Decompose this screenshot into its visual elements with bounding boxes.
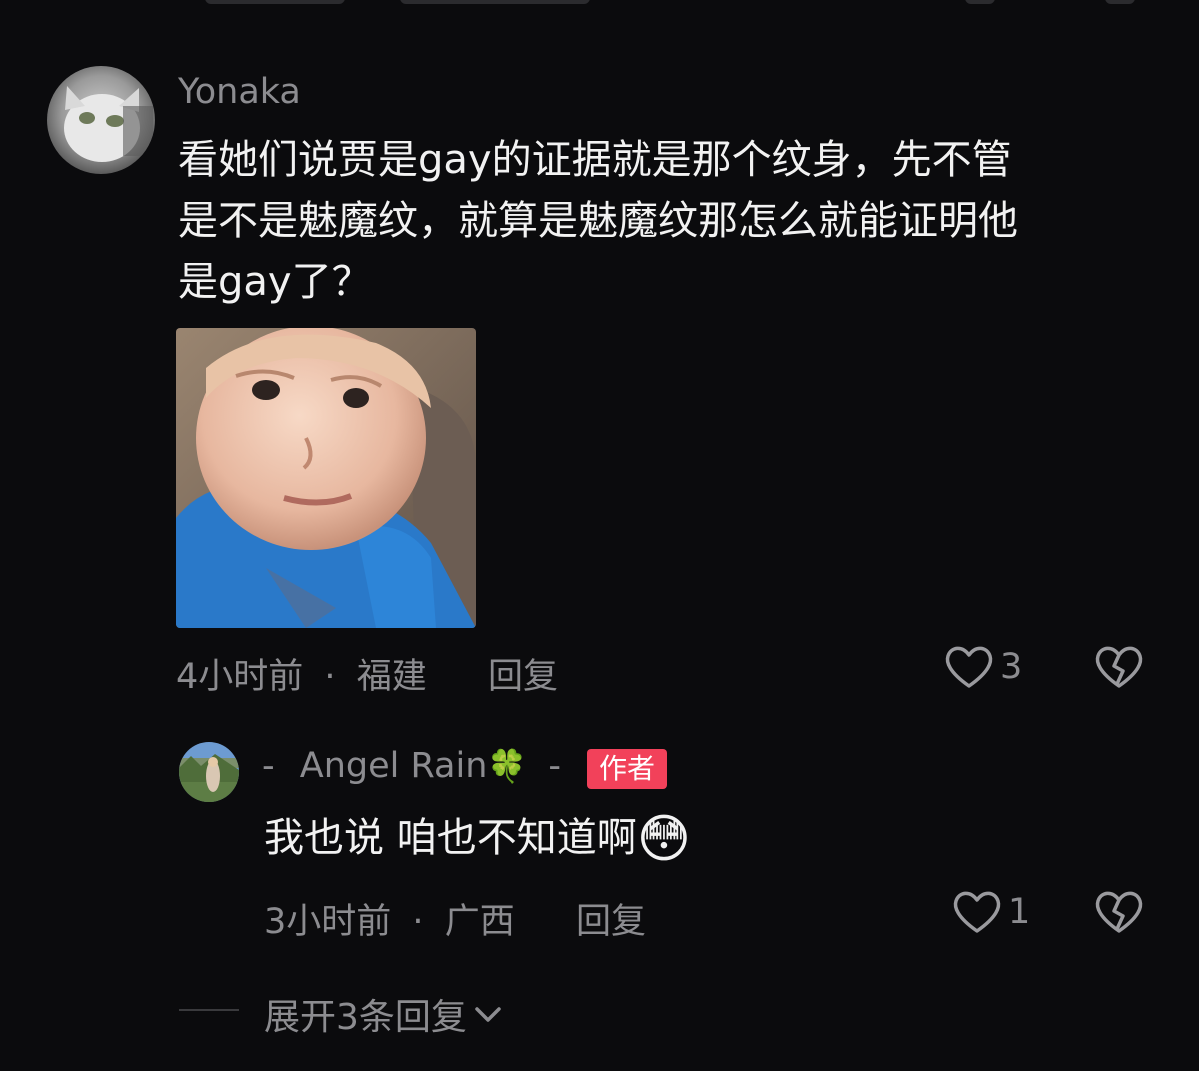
expand-divider [179,1009,239,1011]
previous-item-cutoff [0,0,1199,6]
reply-avatar[interactable] [179,742,239,802]
meta-separator: · [324,657,336,697]
reply-time: 3小时前 [264,902,392,942]
reply-reply-button[interactable]: 回复 [576,893,646,944]
username-suffix: - [548,746,562,786]
reply-button[interactable]: 回复 [488,648,558,699]
reply-text: 我也说 咱也不知道啊 [264,815,637,861]
reply-dislike-button[interactable] [1094,889,1144,939]
reply-meta: 3小时前 · 广西 [264,893,515,944]
comment-time: 4小时前 [176,657,304,697]
flushed-face-emoji: 😳 [636,809,691,870]
clover-icon: 🍀 [487,747,528,785]
comment-text-line: 看她们说贾是gay的证据就是那个纹身，先不管 [178,137,1012,183]
dislike-button[interactable] [1094,644,1144,694]
comment-image[interactable] [176,328,476,628]
boy-meme-image [176,328,476,628]
reply-username-row: - Angel Rain🍀 - [262,746,561,786]
like-count: 1 [1008,892,1031,932]
avatar[interactable] [47,66,155,174]
comment-text: 看她们说贾是gay的证据就是那个纹身，先不管 是不是魅魔纹，就算是魅魔纹那怎么就… [178,130,1168,313]
broken-heart-icon [1095,891,1143,933]
like-count: 3 [1000,647,1023,687]
broken-heart-icon [1095,646,1143,688]
like-button[interactable]: 3 [944,644,1022,690]
landscape-avatar-image [179,742,239,802]
comment-username[interactable]: Yonaka [178,72,301,112]
comment-text-line: 是gay了？ [178,259,372,305]
expand-replies-button[interactable]: 展开3条回复 [264,988,503,1040]
author-badge: 作者 [587,749,668,789]
heart-icon [953,891,1001,933]
username-prefix: - [262,746,275,786]
expand-replies-label: 展开3条回复 [264,997,467,1038]
meta-separator: · [412,902,424,942]
reply-like-button[interactable]: 1 [952,889,1030,935]
comment-text-line: 是不是魅魔纹，就算是魅魔纹那怎么就能证明他 [178,198,1018,244]
reply-text-row: 我也说 咱也不知道啊😳 [264,808,691,871]
chevron-down-icon [475,1007,501,1022]
reply-username[interactable]: Angel Rain [300,746,488,786]
comment-location: 福建 [356,657,427,697]
cat-avatar-image [47,66,155,174]
reply-location: 广西 [444,902,515,942]
comment-meta: 4小时前 · 福建 [176,648,427,699]
heart-icon [945,646,993,688]
